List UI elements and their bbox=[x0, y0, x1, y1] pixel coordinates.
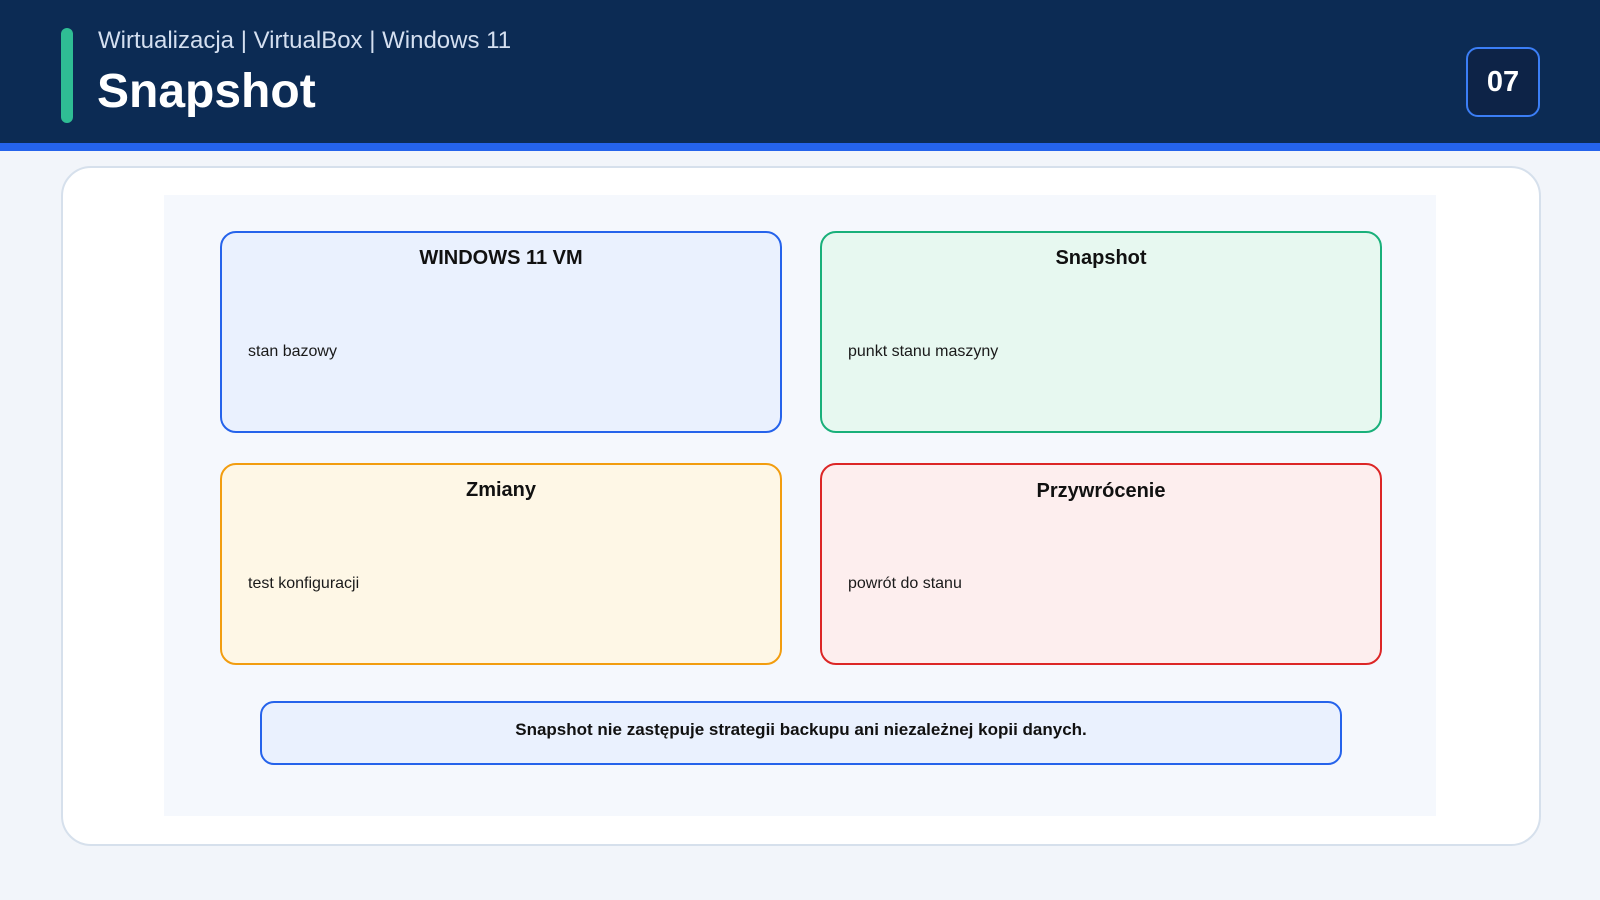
box-title: Przywrócenie bbox=[1036, 480, 1166, 502]
box-snapshot: Snapshot punkt stanu maszyny bbox=[820, 231, 1382, 433]
note-text: Snapshot nie zastępuje strategii backupu… bbox=[515, 720, 1087, 739]
box-windows-vm: WINDOWS 11 VM stan bazowy bbox=[220, 231, 782, 433]
header-stripe bbox=[0, 143, 1600, 151]
page-number-badge: 07 bbox=[1466, 47, 1540, 117]
slide-subtitle: Wirtualizacja | VirtualBox | Windows 11 bbox=[98, 27, 512, 54]
slide-title: Snapshot bbox=[97, 65, 316, 118]
box-description: test konfiguracji bbox=[248, 575, 360, 592]
box-title: Snapshot bbox=[1055, 247, 1147, 269]
box-changes: Zmiany test konfiguracji bbox=[220, 463, 782, 665]
title-accent-bar bbox=[61, 28, 73, 123]
box-description: powrót do stanu bbox=[848, 575, 962, 592]
box-title: WINDOWS 11 VM bbox=[419, 247, 583, 269]
box-description: stan bazowy bbox=[248, 343, 337, 360]
box-title: Zmiany bbox=[465, 479, 537, 501]
box-description: punkt stanu maszyny bbox=[848, 343, 999, 360]
note-box: Snapshot nie zastępuje strategii backupu… bbox=[260, 701, 1342, 765]
box-restore: Przywrócenie powrót do stanu bbox=[820, 463, 1382, 665]
